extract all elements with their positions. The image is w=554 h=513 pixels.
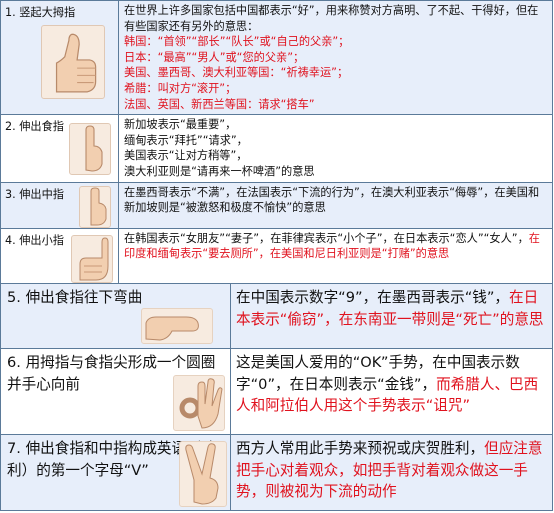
gesture-label-cell: 5. 伸出食指往下弯曲	[0, 283, 231, 349]
gesture-label-cell: 4. 伸出小指	[0, 227, 119, 287]
victory-hand-icon	[179, 441, 227, 507]
ok-hand-icon	[173, 375, 225, 431]
index-finger-icon	[69, 123, 111, 176]
meaning-text: 在韩国表示“女朋友”“妻子”，在菲律宾表示“小个子”，在日本表示“恋人”“女人”…	[124, 231, 529, 245]
meaning-text: 在中国表示数字“9”，在墨西哥表示“钱”，	[236, 289, 510, 306]
meaning-line: 日本：“最高”“男人”或“您的父亲”；	[124, 50, 305, 64]
meaning-line: 新加坡表示“最重要”，	[124, 118, 237, 132]
table-row: 4. 伸出小指 在韩国表示“女朋友”“妻子”，在菲律宾表示“小个子”，在日本表示…	[0, 227, 553, 287]
gesture-meaning-cell: 这是美国人爱用的“OK”手势，在中国表示数字“0”，在日本则表示“金钱”，而希腊…	[230, 348, 553, 435]
gesture-meaning-cell: 西方人常用此手势来预祝或庆贺胜利，但应注意把手心对着观众，如把手背对着观众做这一…	[230, 434, 553, 511]
table-row: 7. 伸出食指和中指构成英语（胜利）的第一个字母“V” 西方人常用此手势来预祝或…	[0, 434, 553, 511]
gesture-table-bottom: 5. 伸出食指往下弯曲 在中国表示数字“9”，在墨西哥表示“钱”，在日本表示“偷…	[0, 283, 553, 511]
gesture-label: 5. 伸出食指往下弯曲	[7, 289, 143, 306]
gesture-label-cell: 3. 伸出中指	[0, 181, 119, 229]
meaning-line: 缅甸表示“拜托”“请求”，	[124, 133, 248, 147]
gesture-label-cell: 6. 用拇指与食指尖形成一个圆圈并手心向前	[0, 348, 231, 435]
meaning-line: 美国、墨西哥、澳大利亚等国：“祈祷幸运”；	[124, 66, 349, 80]
table-row: 5. 伸出食指往下弯曲 在中国表示数字“9”，在墨西哥表示“钱”，在日本表示“偷…	[0, 283, 553, 349]
meaning-line: 澳大利亚则是“请再来一杯啤酒”的意思	[124, 164, 315, 178]
table-row: 6. 用拇指与食指尖形成一个圆圈并手心向前 这是美国人爱用的“OK”手势，在中国…	[0, 348, 553, 435]
gesture-label-cell: 2. 伸出食指	[0, 114, 119, 183]
gesture-label-cell: 7. 伸出食指和中指构成英语（胜利）的第一个字母“V”	[0, 434, 231, 511]
gesture-meaning-cell: 新加坡表示“最重要”， 缅甸表示“拜托”“请求”， 美国表示“让对方稍等”， 澳…	[118, 114, 553, 183]
gesture-table-top: 1. 竖起大拇指 在世界上许多国家包括中国都表示“好”，用来称赞对方高明、了不起…	[0, 0, 553, 287]
meaning-line: 韩国：“首领”“部长”“队长”或“自己的父亲”；	[124, 35, 350, 49]
gesture-meaning-table-page: 中文 1. 竖起大拇指 在世界上许多国家包括中国都表示“好”，用来称赞对方高明、…	[0, 0, 554, 513]
middle-finger-icon	[79, 185, 111, 228]
gesture-meaning-cell: 在世界上许多国家包括中国都表示“好”，用来称赞对方高明、了不起、干得好，但在有些…	[118, 0, 553, 116]
meaning-line: 希腊：叫对方“滚开”；	[124, 81, 237, 95]
meaning-line: 美国表示“让对方稍等”，	[124, 149, 248, 163]
little-finger-icon	[71, 234, 113, 283]
gesture-label-cell: 1. 竖起大拇指	[0, 0, 119, 116]
table-row: 2. 伸出食指 新加坡表示“最重要”， 缅甸表示“拜托”“请求”， 美国表示“让…	[0, 114, 553, 183]
meaning-text: 西方人常用此手势来预祝或庆贺胜利，	[236, 440, 485, 457]
bent-index-finger-icon	[141, 308, 213, 344]
table-row: 1. 竖起大拇指 在世界上许多国家包括中国都表示“好”，用来称赞对方高明、了不起…	[0, 0, 553, 116]
gesture-meaning-cell: 在中国表示数字“9”，在墨西哥表示“钱”，在日本表示“偷窃”，在东南亚一带则是“…	[230, 283, 553, 349]
gesture-meaning-cell: 在墨西哥表示“不满”，在法国表示“下流的行为”，在澳大利亚表示“侮辱”，在美国和…	[118, 181, 553, 229]
thumb-up-icon	[41, 25, 105, 99]
gesture-label: 1. 竖起大拇指	[5, 6, 76, 19]
table-row: 3. 伸出中指 在墨西哥表示“不满”，在法国表示“下流的行为”，在澳大利亚表示“…	[0, 181, 553, 229]
meaning-text: 在墨西哥表示“不满”，在法国表示“下流的行为”，在澳大利亚表示“侮辱”，在美国和…	[124, 185, 540, 215]
meaning-line: 在世界上许多国家包括中国都表示“好”，用来称赞对方高明、了不起、干得好，但在有些…	[124, 4, 539, 33]
gesture-meaning-cell: 在韩国表示“女朋友”“妻子”，在菲律宾表示“小个子”，在日本表示“恋人”“女人”…	[118, 227, 553, 287]
meaning-line: 法国、英国、新西兰等国：请求“搭车”	[124, 97, 315, 111]
